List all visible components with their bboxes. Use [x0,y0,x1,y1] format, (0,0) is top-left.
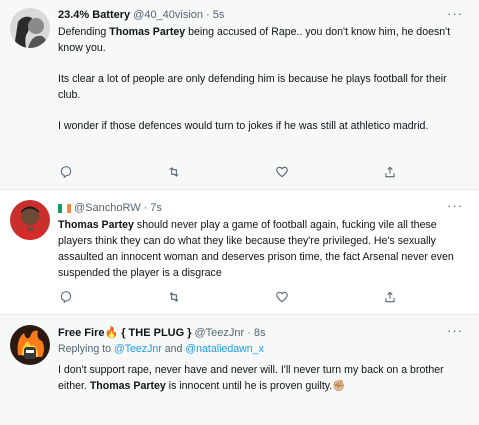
reply-icon[interactable] [58,164,74,180]
tweet-header: @SanchoRW · 7s [58,201,465,215]
timestamp[interactable]: 5s [213,8,225,22]
more-options-icon[interactable]: ··· [447,198,463,213]
timestamp[interactable]: 8s [254,326,266,340]
avatar[interactable] [10,8,50,48]
tweet-header: Free Fire🔥 { THE PLUG } @TeezJnr · 8s [58,326,465,340]
like-icon[interactable] [274,164,290,180]
ireland-flag-icon [58,203,71,213]
raised-fist-emoji: ✊🏼 [332,380,346,392]
reply-user-link[interactable]: @TeezJnr [114,343,162,355]
share-icon[interactable] [382,289,398,305]
display-name[interactable]: @SanchoRW [74,201,141,215]
tweet-text: Defending Thomas Partey being accused of… [58,24,465,134]
tweet-actions [58,164,398,180]
display-name[interactable]: Free Fire🔥 { THE PLUG } [58,326,192,340]
retweet-icon[interactable] [166,164,182,180]
tweet-paragraph: I wonder if those defences would turn to… [58,120,429,132]
user-handle[interactable]: @TeezJnr [195,326,245,340]
tweet-text: I don't support rape, never have and nev… [58,364,444,392]
share-icon[interactable] [382,164,398,180]
more-options-icon[interactable]: ··· [447,6,463,21]
tweet[interactable]: 23.4% Battery @40_40vision · 5s Defendin… [0,0,479,190]
timestamp[interactable]: 7s [150,201,162,215]
avatar[interactable] [10,200,50,240]
separator-dot: · [206,9,210,21]
tweet-paragraph: Its clear a lot of people are only defen… [58,73,447,101]
replying-to: Replying to @TeezJnr and @nataliedawn_x [58,343,264,355]
highlighted-term: Thomas Partey [109,26,186,38]
tweet[interactable]: @SanchoRW · 7s Thomas Partey should neve… [0,190,479,315]
tweet-header: 23.4% Battery @40_40vision · 5s [58,8,465,22]
user-handle[interactable]: @40_40vision [133,8,203,22]
display-name[interactable]: 23.4% Battery [58,8,130,22]
retweet-icon[interactable] [166,289,182,305]
reply-icon[interactable] [58,289,74,305]
separator-dot: · [143,202,148,214]
highlighted-term: Thomas Partey [58,219,134,231]
tweet-text: Thomas Partey should never play a game o… [58,219,454,279]
separator-dot: · [247,327,251,339]
tweet[interactable]: Free Fire🔥 { THE PLUG } @TeezJnr · 8s Re… [0,315,479,425]
tweet-actions [58,289,398,305]
avatar[interactable] [10,325,50,365]
reply-user-link[interactable]: @nataliedawn_x [185,343,264,355]
more-options-icon[interactable]: ··· [447,323,463,338]
like-icon[interactable] [274,289,290,305]
highlighted-term: Thomas Partey [89,380,166,392]
